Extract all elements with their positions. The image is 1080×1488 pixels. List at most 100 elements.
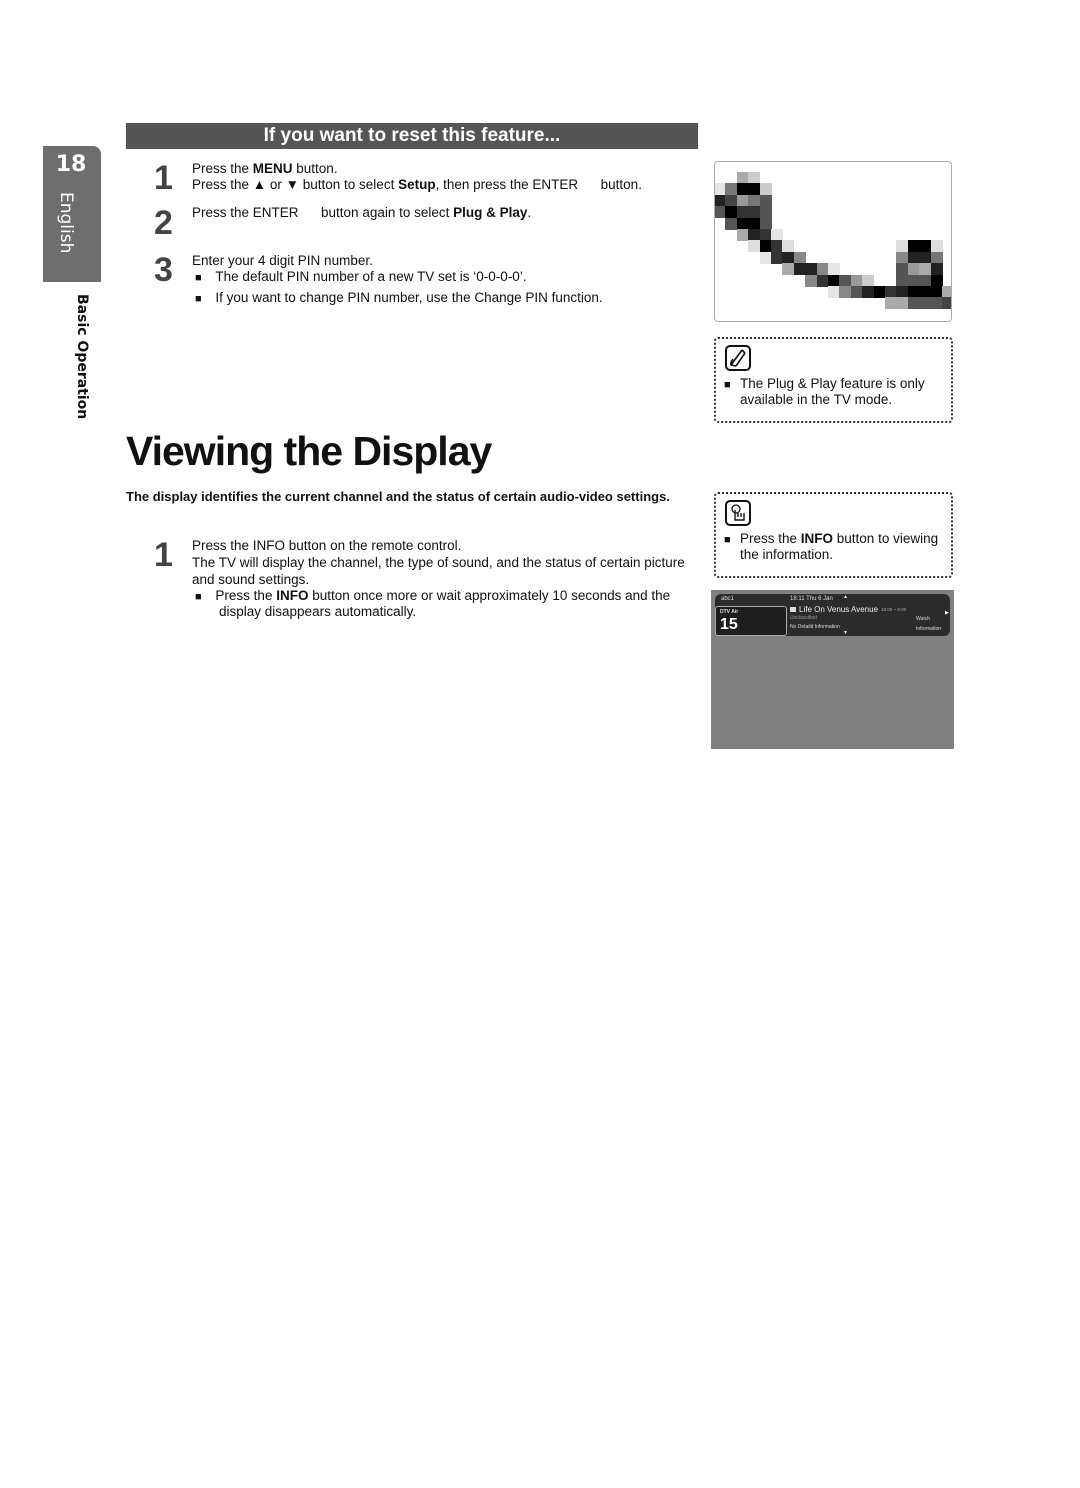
cable-pixel — [736, 172, 749, 184]
hand-press-icon — [725, 500, 751, 526]
cable-pixel — [873, 286, 886, 298]
cable-pixel — [715, 206, 726, 219]
step-1-line-1: Press the MENU button. — [192, 161, 338, 176]
cable-pixel — [736, 229, 749, 241]
cable-pixel — [896, 286, 909, 298]
cable-pixel — [816, 263, 829, 276]
cable-pixel — [771, 229, 783, 241]
cable-pixel — [748, 194, 761, 207]
cable-pixel — [759, 206, 772, 219]
bullet-square-icon: ■ — [724, 534, 731, 546]
cable-pixel — [748, 206, 761, 219]
step-3-line-1: Enter your 4 digit PIN number. — [192, 253, 373, 268]
list-item: ■ If you want to change PIN number, use … — [195, 290, 603, 305]
list-item: ■ The default PIN number of a new TV set… — [195, 269, 527, 284]
cable-pixel — [805, 274, 818, 287]
reset-section-banner: If you want to reset this feature... — [126, 123, 698, 149]
cable-pixel — [942, 297, 951, 310]
cable-pixel — [725, 194, 738, 207]
cable-pixel — [930, 297, 943, 310]
program-icon — [790, 607, 796, 612]
cable-pixel — [828, 286, 840, 298]
rating-label: Unclassified — [790, 615, 817, 621]
cable-pixel — [725, 217, 738, 230]
cable-pixel — [828, 274, 840, 287]
detail-label: No Detaild Information — [790, 624, 840, 630]
list-item: ■ Press the INFO button once more or wai… — [195, 588, 671, 603]
cable-pixel — [896, 274, 909, 287]
information-action[interactable]: Information — [916, 626, 941, 632]
cable-pixel — [930, 251, 943, 264]
step-number: 1 — [154, 159, 173, 197]
cable-pixel — [919, 274, 932, 287]
cable-pixel — [930, 286, 943, 298]
bullet-square-icon: ■ — [195, 272, 202, 284]
cable-pixel — [725, 206, 738, 219]
source-label: DTV Air — [720, 609, 739, 615]
arrow-up-icon: ▲ — [843, 594, 848, 600]
cable-pixel — [919, 263, 932, 276]
bullet-square-icon: ■ — [195, 293, 202, 305]
cable-pixel — [850, 274, 863, 287]
cable-pixel — [919, 297, 932, 310]
cable-pixel — [759, 229, 772, 241]
step-1-line-2: Press the ▲ or ▼ button to select Setup,… — [192, 177, 642, 192]
cable-pixel — [907, 263, 920, 276]
viewing-step-line-2: The TV will display the channel, the typ… — [192, 555, 685, 570]
section-label: Basic Operation — [74, 294, 90, 420]
cable-pixel — [828, 263, 840, 276]
note-text: ■ The Plug & Play feature is only availa… — [724, 376, 925, 407]
note-text: ■ Press the INFO button to viewing the in… — [724, 531, 939, 562]
cable-pixel — [759, 194, 772, 207]
cable-pixel — [736, 206, 749, 219]
cable-pixel — [919, 251, 932, 264]
cable-pixel — [793, 251, 806, 264]
watch-action[interactable]: Watch — [916, 616, 930, 622]
cable-pixel — [930, 240, 943, 253]
channel-box: DTV Air 15 — [715, 606, 787, 636]
list-item-continued: display disappears automatically. — [219, 604, 417, 619]
cable-pixel — [839, 286, 852, 298]
step-number: 1 — [154, 536, 173, 574]
cable-pixel — [862, 286, 875, 298]
cable-pixel — [715, 183, 726, 196]
info-banner: abc1 DTV Air 15 18:11 Thu 6 Jan ▲ Life O… — [715, 594, 950, 636]
cable-pixel — [907, 251, 920, 264]
note-box-info: ■ Press the INFO button to viewing the in… — [714, 492, 953, 578]
cable-pixel — [930, 274, 943, 287]
cable-pixel — [907, 286, 920, 298]
cable-pixel — [748, 240, 761, 253]
step-2-line-1: Press the ENTER button again to select P… — [192, 205, 532, 220]
note-box-plug-play: ■ The Plug & Play feature is only availa… — [714, 337, 953, 423]
cable-pixel — [771, 240, 783, 253]
step-number: 3 — [154, 251, 173, 289]
viewing-step-line-3: and sound settings. — [192, 572, 310, 587]
cable-pixel — [748, 172, 761, 184]
cable-pixel — [725, 183, 738, 196]
cable-pixel — [759, 240, 772, 253]
note-pencil-icon — [725, 345, 751, 371]
cable-pixel — [885, 297, 897, 310]
cable-pixel — [805, 263, 818, 276]
tv-screen-illustration: abc1 DTV Air 15 18:11 Thu 6 Jan ▲ Life O… — [711, 590, 954, 749]
cable-pixel — [919, 286, 932, 298]
cable-pixel — [793, 263, 806, 276]
cable-pixel — [839, 274, 852, 287]
cable-pixel — [748, 229, 761, 241]
arrow-right-icon: ▶ — [945, 610, 949, 616]
page-title: Viewing the Display — [126, 428, 492, 474]
step-number: 2 — [154, 204, 173, 242]
cable-pixel — [782, 263, 795, 276]
cable-pixel — [850, 286, 863, 298]
cable-pixel — [862, 274, 875, 287]
cable-pixel — [816, 274, 829, 287]
cable-pixel — [715, 194, 726, 207]
cable-pixel — [907, 274, 920, 287]
cable-pixel — [896, 251, 909, 264]
cable-pixel — [748, 217, 761, 230]
cable-pixel — [907, 297, 920, 310]
channel-number: 15 — [720, 616, 738, 633]
arrow-down-icon: ▼ — [843, 630, 848, 636]
viewing-step-line-1: Press the INFO button on the remote cont… — [192, 538, 462, 553]
cable-pixel — [896, 240, 909, 253]
